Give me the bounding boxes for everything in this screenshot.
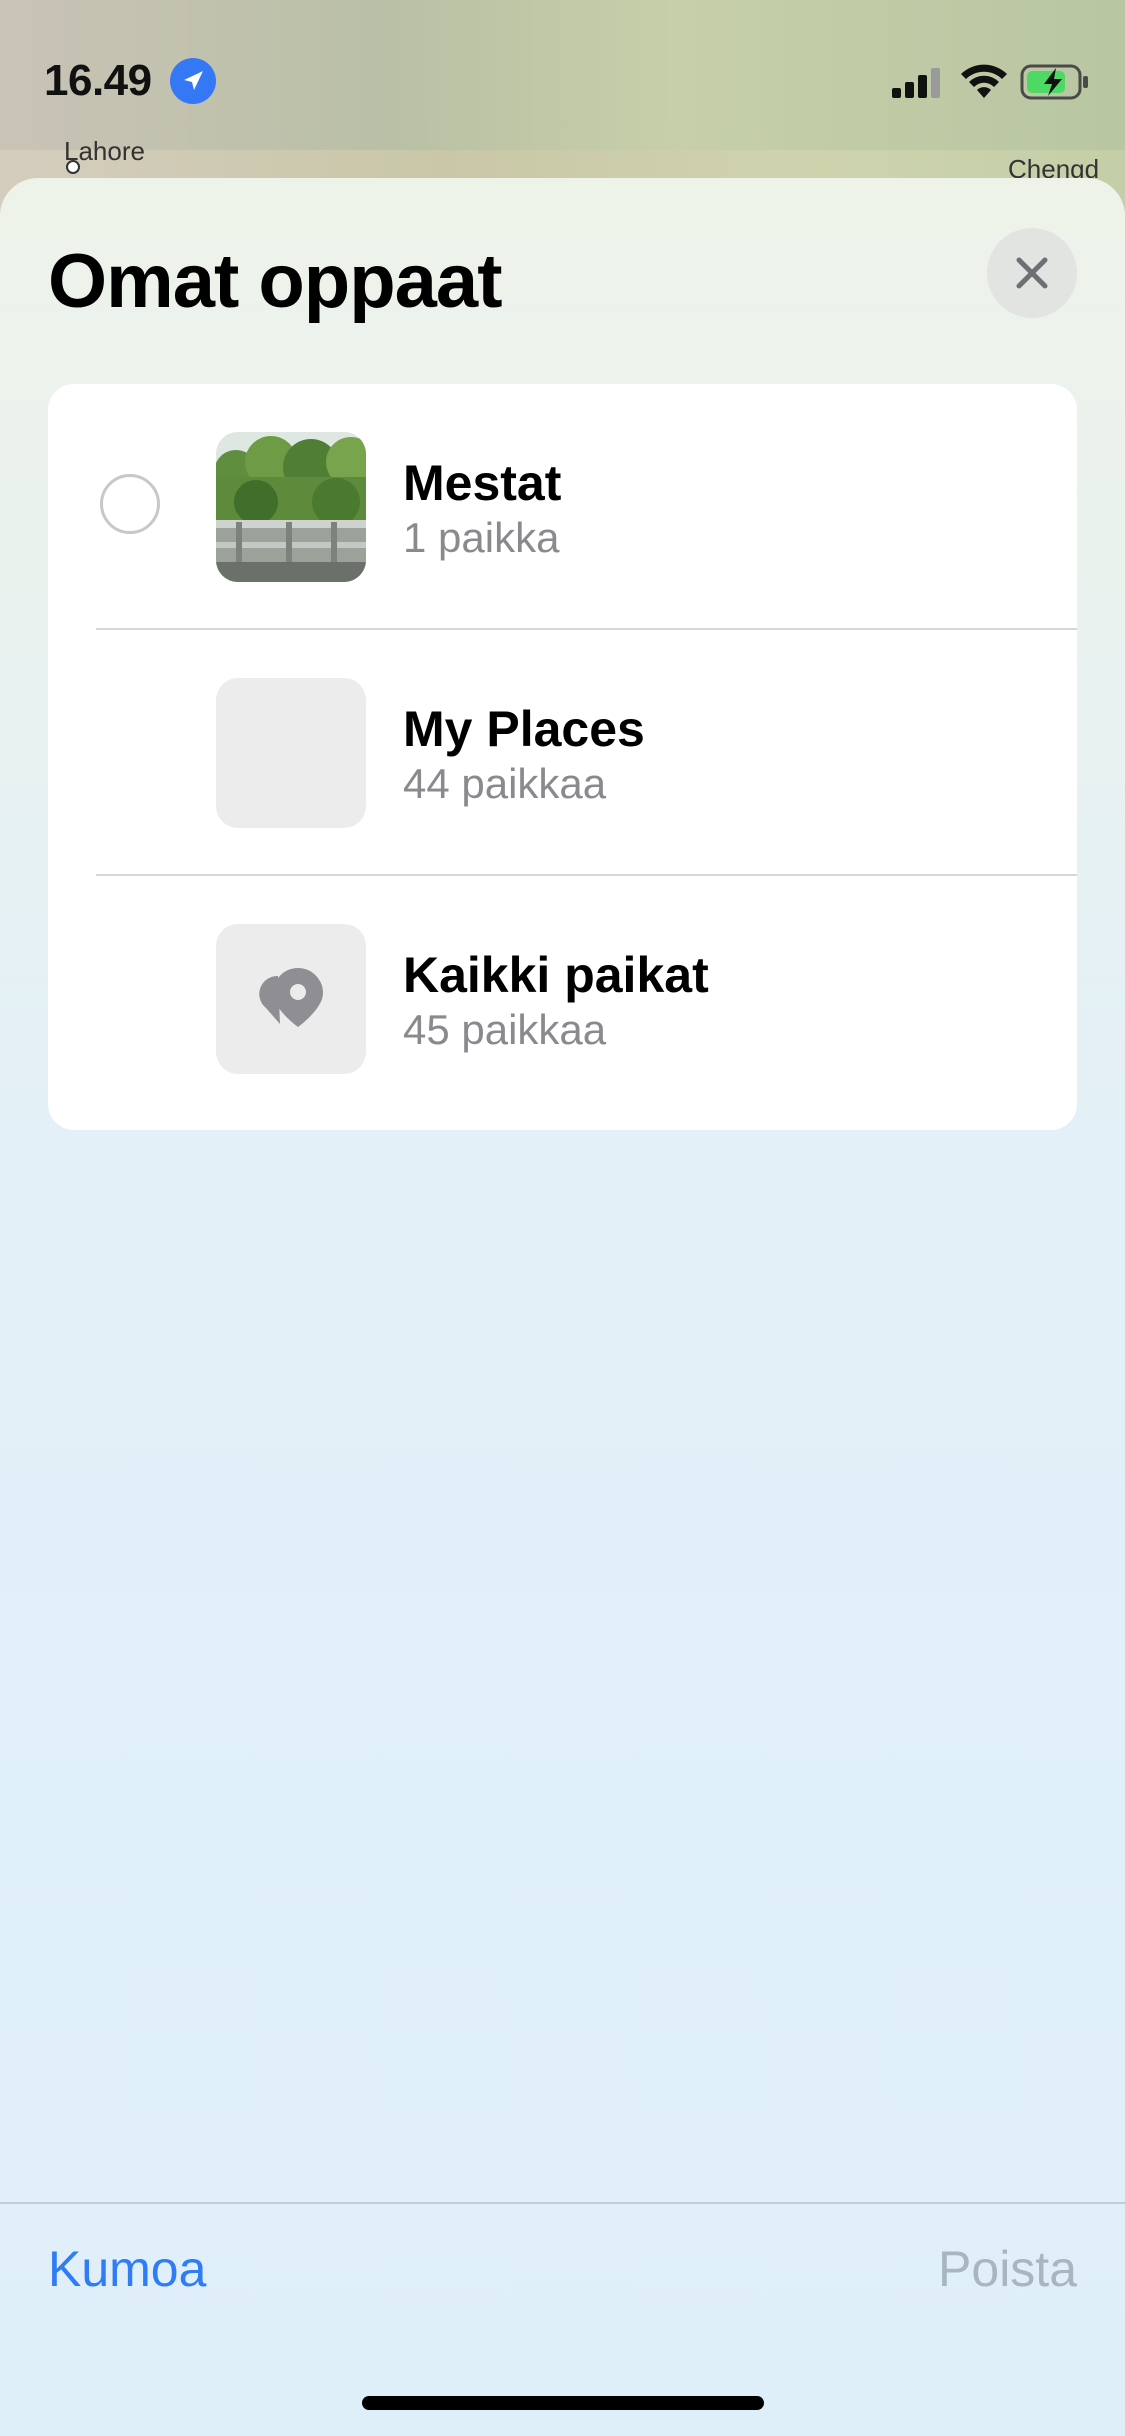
- guide-row-all-places[interactable]: Kaikki paikat 45 paikkaa: [48, 876, 1077, 1122]
- close-button[interactable]: [987, 228, 1077, 318]
- status-bar: 16.49: [0, 0, 1125, 150]
- guide-place-count: 45 paikkaa: [403, 1006, 607, 1053]
- location-arrow-icon: [170, 58, 216, 104]
- page-title: Omat oppaat: [48, 239, 502, 324]
- cellular-signal-icon: [892, 66, 944, 100]
- map-city-dot: [66, 160, 80, 174]
- status-time: 16.49: [44, 56, 152, 105]
- guide-title: My Places: [403, 701, 645, 757]
- photo-thumbnail: [216, 432, 366, 582]
- map-pin-icon: [259, 968, 323, 1027]
- guide-title: Kaikki paikat: [403, 947, 709, 1003]
- wifi-icon: [960, 62, 1008, 100]
- undo-button[interactable]: Kumoa: [48, 2240, 206, 2298]
- select-radio-button[interactable]: [100, 474, 160, 534]
- empty-thumbnail: [216, 678, 366, 828]
- guide-place-count: 1 paikka: [403, 514, 560, 561]
- home-indicator[interactable]: [362, 2396, 764, 2410]
- battery-charging-icon: [1020, 62, 1090, 102]
- close-icon: [1016, 257, 1048, 289]
- all-places-thumbnail: [216, 924, 366, 1074]
- guide-row-mestat[interactable]: Mestat 1 paikka: [48, 384, 1077, 630]
- guide-title: Mestat: [403, 455, 562, 511]
- delete-button[interactable]: Poista: [938, 2240, 1077, 2298]
- guides-list: Mestat 1 paikka My Places 44 paikkaa Kai…: [48, 384, 1077, 1130]
- toolbar-divider: [0, 2202, 1125, 2204]
- guides-sheet: Omat oppaat Mestat 1 paikka My Places 44…: [0, 178, 1125, 2436]
- guide-row-my-places[interactable]: My Places 44 paikkaa: [48, 630, 1077, 876]
- guide-place-count: 44 paikkaa: [403, 760, 607, 807]
